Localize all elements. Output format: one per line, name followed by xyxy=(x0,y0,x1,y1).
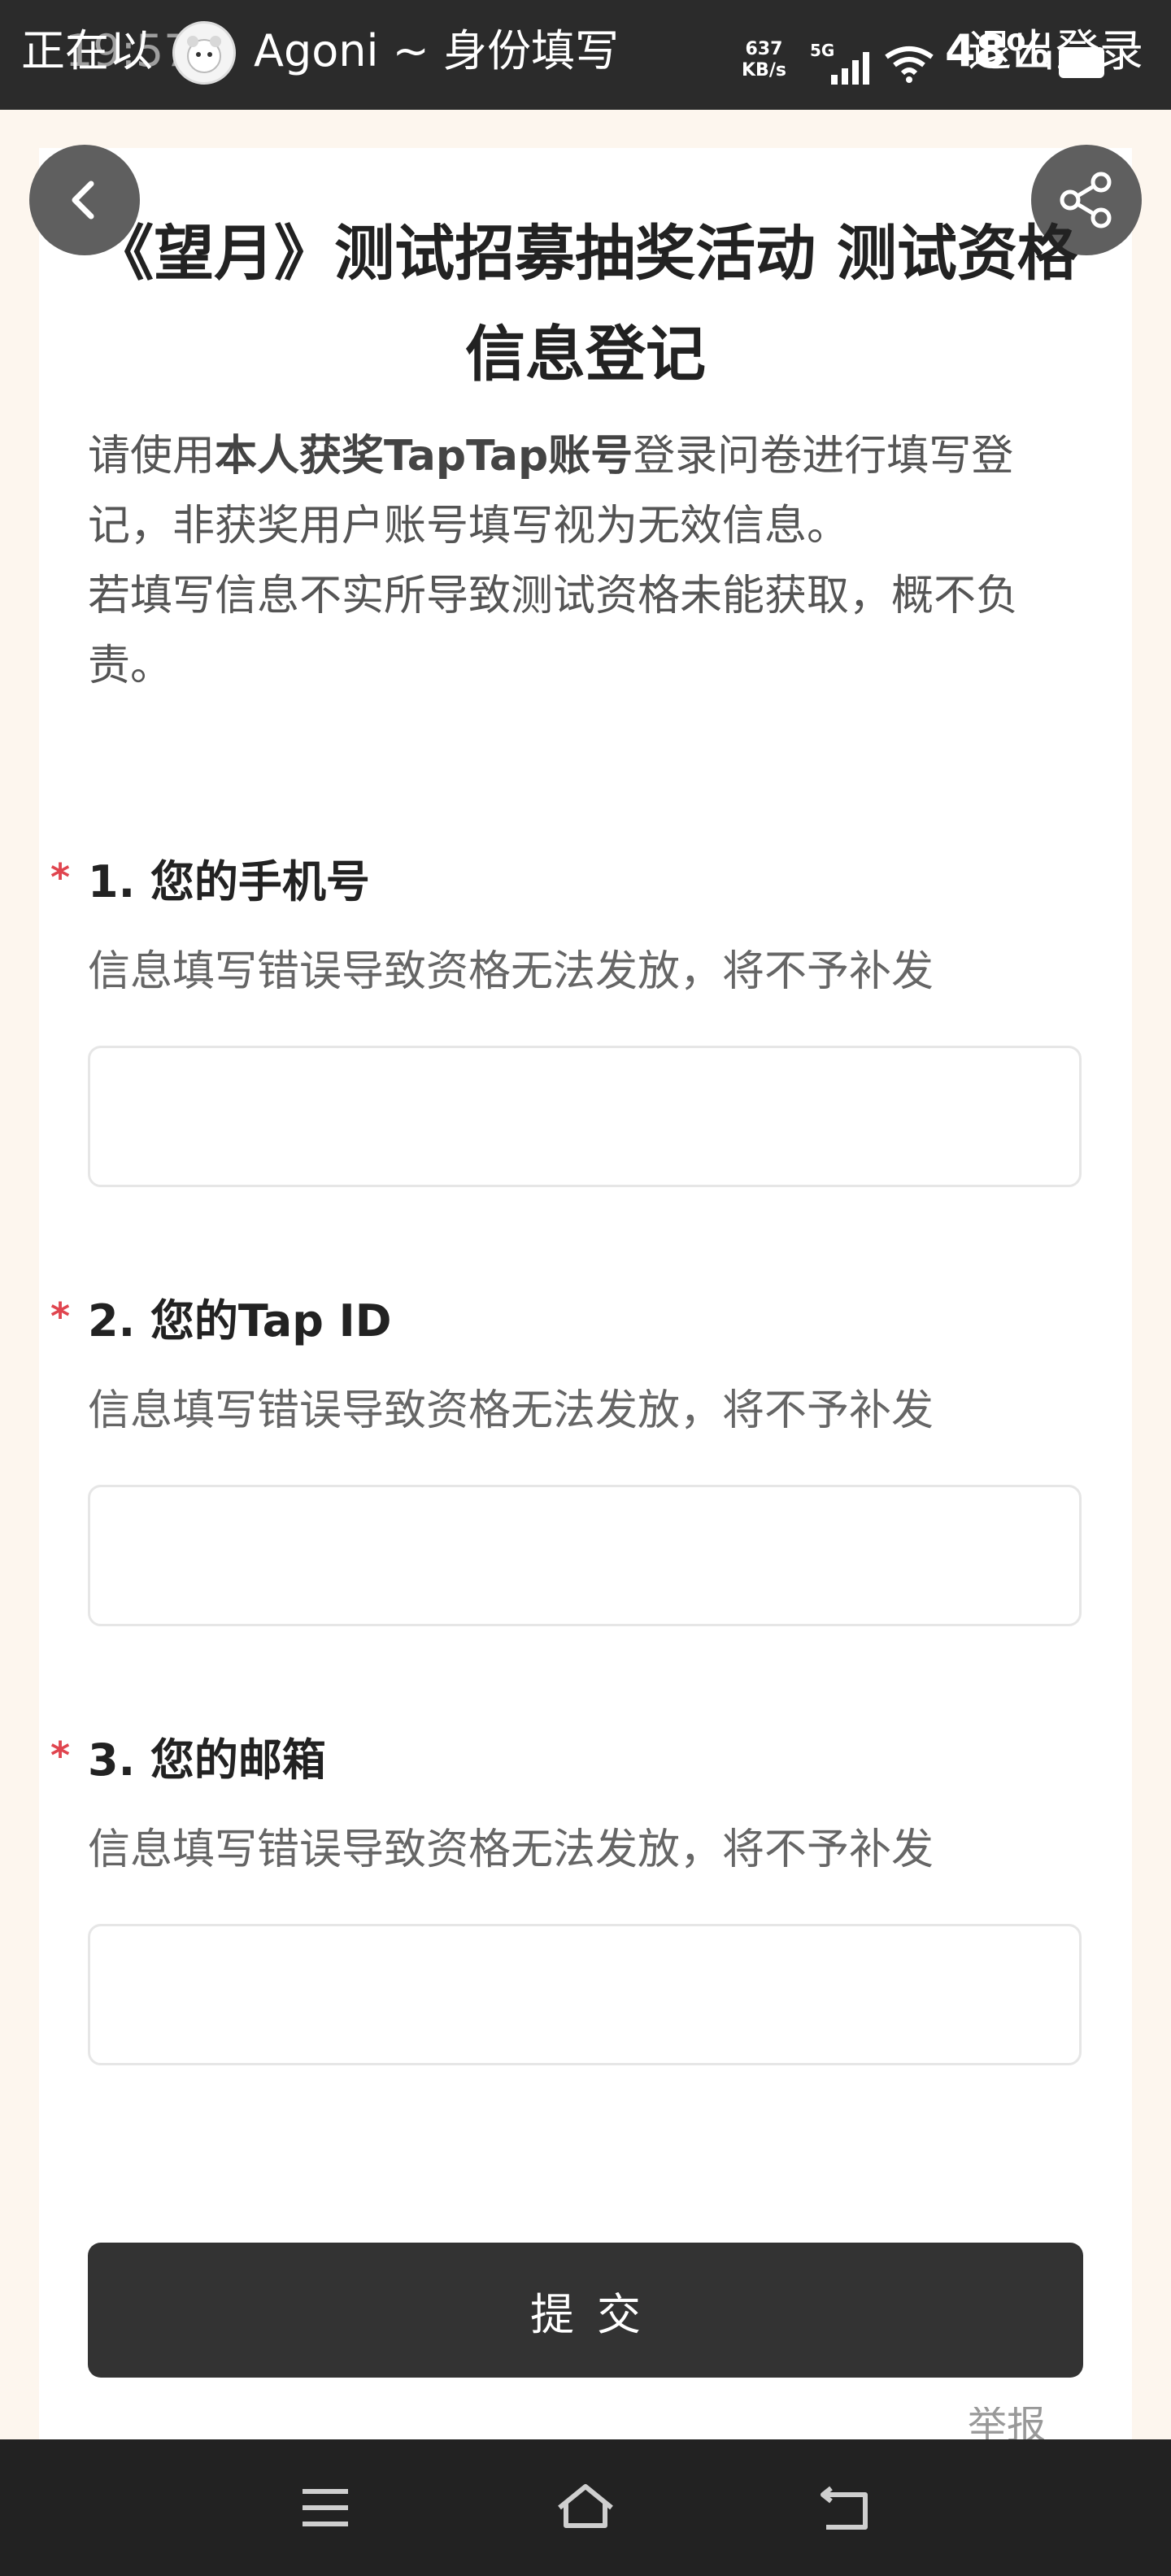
intro-prefix: 请使用 xyxy=(88,432,215,481)
form-intro: 请使用本人获奖TapTap账号登录问卷进行填写登记，非获奖用户账号填写视为无效信… xyxy=(88,421,1088,701)
system-nav-bar xyxy=(0,2439,1171,2576)
intro-line2: 若填写信息不实所导致测试资格未能获取，概不负责。 xyxy=(88,572,1019,690)
signal-icon xyxy=(831,52,869,85)
question-2-label: 2. 您的Tap ID xyxy=(88,1295,392,1347)
tap-id-field[interactable] xyxy=(88,1485,1082,1626)
question-1-description: 信息填写错误导致资格无法发放，将不予补发 xyxy=(88,947,934,996)
home-icon[interactable] xyxy=(555,2480,616,2535)
required-mark: * xyxy=(50,855,71,899)
return-icon[interactable] xyxy=(816,2480,872,2535)
net-speed-value: 637 xyxy=(745,39,783,59)
logout-link[interactable]: 退出登录 xyxy=(968,23,1143,80)
menu-icon[interactable] xyxy=(298,2480,353,2535)
net-speed: 637 KB/s xyxy=(742,39,786,81)
wifi-icon xyxy=(885,46,934,83)
phone-field[interactable] xyxy=(88,1046,1082,1187)
question-3-label: 3. 您的邮箱 xyxy=(88,1734,326,1786)
avatar xyxy=(172,21,236,85)
required-mark: * xyxy=(50,1734,71,1778)
report-link[interactable]: 举报 xyxy=(968,2407,1046,2439)
question-3-description: 信息填写错误导致资格无法发放，将不予补发 xyxy=(88,1825,934,1874)
required-mark: * xyxy=(50,1295,71,1338)
intro-bold: 本人获奖TapTap账号 xyxy=(215,432,633,481)
page-title: 《望月》测试招募抽奖活动 测试资格信息登记 xyxy=(94,219,1077,389)
email-field[interactable] xyxy=(88,1924,1082,2065)
account-name: Agoni ~ 身份填写 xyxy=(254,25,620,76)
submit-button[interactable]: 提交 xyxy=(88,2243,1083,2378)
status-bar: 正在以 19:57 Agoni ~ 身份填写 637 KB/s 5G 48% 退… xyxy=(0,0,1171,110)
net-speed-unit: KB/s xyxy=(742,60,786,80)
question-1-label: 1. 您的手机号 xyxy=(88,856,370,907)
question-2-description: 信息填写错误导致资格无法发放，将不予补发 xyxy=(88,1386,934,1435)
